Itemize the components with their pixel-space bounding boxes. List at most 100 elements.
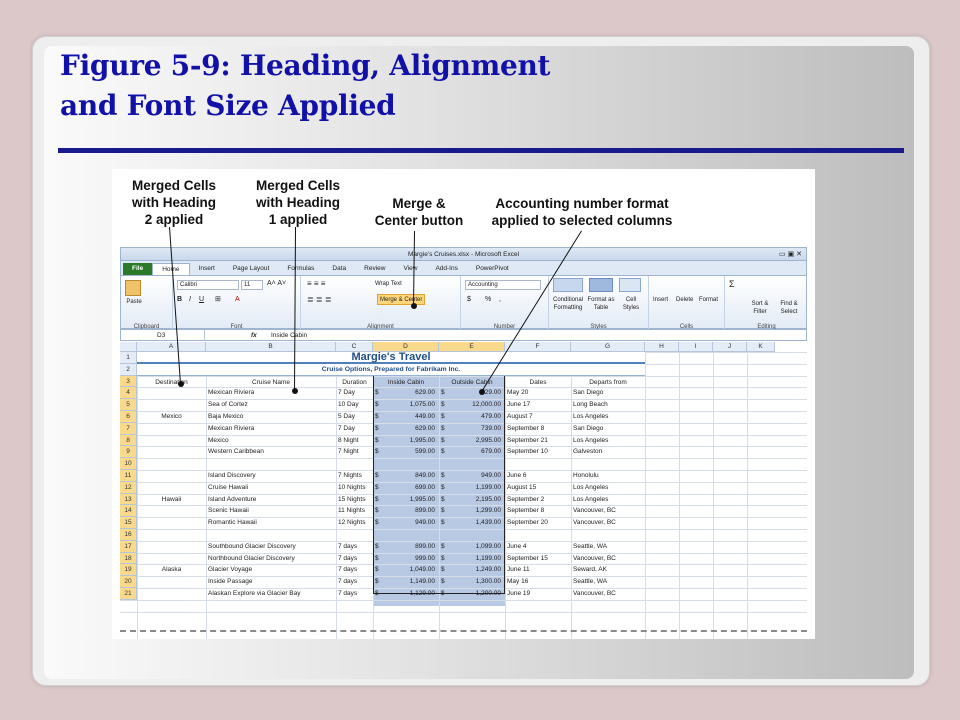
select-all-corner[interactable] — [120, 342, 137, 352]
row-header[interactable]: 6 — [120, 411, 137, 423]
find-select-button[interactable]: Find & Select — [775, 300, 803, 316]
duration-cell[interactable]: 8 Night — [338, 435, 372, 447]
cruise-name-cell[interactable]: Island Discovery — [208, 470, 335, 482]
paste-button[interactable]: Paste — [123, 298, 145, 306]
currency-button[interactable]: $ — [467, 296, 471, 304]
inside-cabin-cell[interactable]: 629.00 — [381, 423, 435, 435]
tab-view[interactable]: View — [394, 263, 426, 275]
duration-cell[interactable]: 7 Day — [338, 423, 372, 435]
align-left-icon[interactable]: ≣ ≣ ≣ — [307, 296, 332, 304]
outside-cabin-cell[interactable]: 1,099.00 — [447, 541, 501, 553]
row-header[interactable]: 10 — [120, 458, 137, 470]
format-button[interactable]: Format — [699, 296, 718, 304]
row-header[interactable]: 21 — [120, 588, 137, 600]
departs-cell[interactable]: Seattle, WA — [573, 541, 644, 553]
group-label-cell[interactable]: Mexico — [137, 411, 206, 423]
outside-cabin-cell[interactable]: 1,200.00 — [447, 588, 501, 600]
row-header[interactable]: 17 — [120, 540, 137, 553]
duration-cell[interactable]: 7 days — [338, 588, 372, 600]
row-header[interactable]: 5 — [120, 399, 137, 411]
cruise-name-cell[interactable]: Glacier Voyage — [208, 564, 335, 576]
borders-icon[interactable]: ⊞ — [215, 296, 221, 304]
departs-cell[interactable]: Vancouver, BC — [573, 588, 644, 600]
column-header[interactable]: F — [505, 342, 571, 352]
date-cell[interactable]: September 15 — [507, 553, 570, 565]
inside-cabin-cell[interactable]: 1,049.00 — [381, 564, 435, 576]
inside-cabin-cell[interactable]: 1,149.00 — [381, 576, 435, 588]
departs-cell[interactable]: Honolulu — [573, 470, 644, 482]
header-cell[interactable]: Departs from — [571, 377, 645, 389]
outside-cabin-cell[interactable]: 479.00 — [447, 411, 501, 423]
font-size-dropdown[interactable]: 11 — [241, 280, 263, 290]
inside-cabin-cell[interactable]: 949.00 — [381, 517, 435, 529]
cell-styles-button[interactable]: Cell Styles — [617, 296, 645, 312]
row-header[interactable]: 8 — [120, 434, 137, 447]
outside-cabin-cell[interactable]: 1,300.00 — [447, 576, 501, 588]
outside-cabin-cell[interactable]: 1,199.00 — [447, 553, 501, 565]
outside-cabin-cell[interactable]: 679.00 — [447, 446, 501, 458]
column-header[interactable]: B — [206, 342, 336, 352]
duration-cell[interactable]: 7 days — [338, 553, 372, 565]
outside-cabin-cell[interactable]: 1,199.00 — [447, 482, 501, 494]
cruise-name-cell[interactable]: Alaskan Explore via Glacier Bay — [208, 588, 335, 600]
format-table-button[interactable]: Format as Table — [587, 296, 615, 312]
departs-cell[interactable]: Seward, AK — [573, 564, 644, 576]
departs-cell[interactable]: Los Angeles — [573, 482, 644, 494]
row-header[interactable]: 3 — [120, 375, 137, 388]
row-header[interactable]: 2 — [120, 363, 137, 376]
inside-cabin-cell[interactable]: 1,995.00 — [381, 435, 435, 447]
column-header[interactable]: I — [679, 342, 713, 352]
departs-cell[interactable]: Vancouver, BC — [573, 505, 644, 517]
tab-data[interactable]: Data — [323, 263, 355, 275]
underline-icon[interactable]: U — [199, 296, 204, 304]
header-cell[interactable]: Dates — [505, 377, 571, 389]
cruise-name-cell[interactable]: Scenic Hawaii — [208, 505, 335, 517]
inside-cabin-cell[interactable]: 599.00 — [381, 446, 435, 458]
function-icon[interactable]: fx — [251, 330, 257, 341]
departs-cell[interactable]: Long Beach — [573, 399, 644, 411]
inside-cabin-cell[interactable]: 899.00 — [381, 505, 435, 517]
paste-icon[interactable] — [125, 280, 141, 296]
heading2-cell[interactable]: Cruise Options, Prepared for Fabrikam In… — [137, 364, 645, 376]
outside-cabin-cell[interactable]: 1,439.00 — [447, 517, 501, 529]
row-header[interactable]: 9 — [120, 446, 137, 459]
inside-cabin-cell[interactable]: 449.00 — [381, 411, 435, 423]
inside-cabin-cell[interactable]: 999.00 — [381, 553, 435, 565]
date-cell[interactable]: June 4 — [507, 541, 570, 553]
cruise-name-cell[interactable]: Western Caribbean — [208, 446, 335, 458]
column-header[interactable]: J — [713, 342, 747, 352]
cruise-name-cell[interactable]: Northbound Glacier Discovery — [208, 553, 335, 565]
date-cell[interactable]: June 17 — [507, 399, 570, 411]
heading1-cell[interactable]: Margie's Travel — [137, 352, 645, 364]
date-cell[interactable]: September 8 — [507, 505, 570, 517]
row-header[interactable]: 4 — [120, 387, 137, 400]
date-cell[interactable]: June 19 — [507, 588, 570, 600]
duration-cell[interactable]: 15 Nights — [338, 494, 372, 506]
formula-input[interactable]: Inside Cabin — [271, 330, 307, 341]
outside-cabin-cell[interactable]: 2,995.00 — [447, 435, 501, 447]
font-color-icon[interactable]: A — [235, 296, 240, 304]
cruise-name-cell[interactable]: Southbound Glacier Discovery — [208, 541, 335, 553]
percent-button[interactable]: % — [485, 296, 491, 304]
header-cell[interactable]: Inside Cabin — [373, 377, 439, 389]
duration-cell[interactable]: 7 Night — [338, 446, 372, 458]
row-header[interactable]: 18 — [120, 552, 137, 565]
duration-cell[interactable]: 7 Nights — [338, 470, 372, 482]
italic-icon[interactable]: I — [189, 296, 191, 304]
column-header[interactable]: E — [439, 342, 505, 352]
departs-cell[interactable]: Los Angeles — [573, 494, 644, 506]
comma-button[interactable]: , — [499, 296, 501, 304]
row-header[interactable]: 11 — [120, 470, 137, 482]
inside-cabin-cell[interactable]: 849.00 — [381, 470, 435, 482]
row-header[interactable]: 1 — [120, 352, 137, 364]
outside-cabin-cell[interactable]: 1,299.00 — [447, 505, 501, 517]
outside-cabin-cell[interactable]: 12,000.00 — [447, 399, 501, 411]
departs-cell[interactable]: Vancouver, BC — [573, 517, 644, 529]
outside-cabin-cell[interactable]: 1,249.00 — [447, 564, 501, 576]
date-cell[interactable]: September 2 — [507, 494, 570, 506]
tab-formulas[interactable]: Formulas — [278, 263, 323, 275]
worksheet-grid[interactable]: A B C D E F G H I J K 1 2 3 4 5 6 7 8 9 10 11 12 13 14 15 16 17 18 19… — [120, 342, 807, 639]
departs-cell[interactable]: San Diego — [573, 387, 644, 399]
duration-cell[interactable]: 5 Day — [338, 411, 372, 423]
outside-cabin-cell[interactable]: 949.00 — [447, 470, 501, 482]
